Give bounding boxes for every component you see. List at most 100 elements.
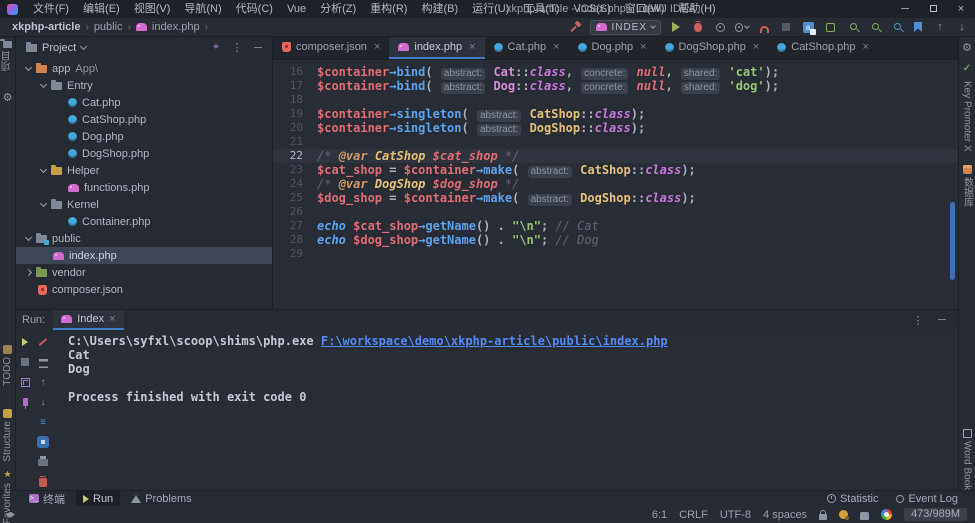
event-log-button[interactable]: Event Log: [889, 491, 965, 507]
console-file-link[interactable]: F:\workspace\demo\xkphp-article\public\i…: [321, 334, 668, 348]
close-icon[interactable]: ×: [640, 41, 646, 53]
pin-tab-icon[interactable]: [19, 396, 31, 408]
hide-icon[interactable]: ─: [250, 42, 266, 54]
chevron-down-icon[interactable]: [25, 64, 32, 71]
restore-layout-icon[interactable]: [19, 376, 31, 388]
replace-icon[interactable]: [867, 20, 881, 34]
breadcrumb-dir[interactable]: public: [94, 21, 123, 33]
tree-item-Container.php[interactable]: Container.php: [16, 213, 272, 230]
tree-item-functions.php[interactable]: functions.php: [16, 179, 272, 196]
profiler-icon[interactable]: [735, 20, 749, 34]
tab-index.php[interactable]: index.php×: [389, 37, 484, 59]
file-encoding[interactable]: UTF-8: [720, 509, 751, 521]
chrome-icon[interactable]: [881, 509, 892, 520]
indent-setting[interactable]: 4 spaces: [763, 509, 807, 521]
maximize-button[interactable]: [919, 0, 947, 18]
line-ending[interactable]: CRLF: [679, 509, 708, 521]
chevron-down-icon[interactable]: [25, 234, 32, 241]
editor-scrollbar[interactable]: [950, 202, 955, 280]
search-everywhere-icon[interactable]: [823, 20, 837, 34]
tool-stripe-structure[interactable]: Structure: [0, 409, 15, 462]
tree-item-Entry[interactable]: Entry: [16, 77, 272, 94]
close-button[interactable]: ×: [947, 0, 975, 18]
print-icon[interactable]: [37, 456, 49, 468]
statistic-button[interactable]: Statistic: [820, 491, 886, 507]
chevron-down-icon[interactable]: [40, 166, 47, 173]
notifications-icon[interactable]: [839, 510, 848, 519]
hide-panel-icon[interactable]: ─: [934, 314, 950, 326]
next-occurrence-icon[interactable]: ↓: [955, 20, 969, 34]
menu-item-Vue[interactable]: Vue: [280, 0, 313, 18]
tab-Cat.php[interactable]: Cat.php×: [485, 37, 569, 59]
problems-toolwindow-button[interactable]: Problems: [124, 491, 198, 507]
tab-Dog.php[interactable]: Dog.php×: [569, 37, 656, 59]
down-stack-trace-icon[interactable]: ↓: [37, 396, 49, 408]
tree-item-Kernel[interactable]: Kernel: [16, 196, 272, 213]
memory-indicator[interactable]: 473/989M: [904, 508, 967, 521]
code-line-26[interactable]: 26: [273, 205, 958, 219]
rerun-icon[interactable]: [19, 336, 31, 348]
tool-stripe-project[interactable]: 项目: [0, 41, 15, 71]
tree-item-app[interactable]: appApp\: [16, 60, 272, 77]
tree-item-composer.json[interactable]: composer.json: [16, 281, 272, 298]
tool-stripe-todo[interactable]: TODO: [0, 345, 15, 386]
run-icon[interactable]: [669, 20, 683, 34]
up-stack-trace-icon[interactable]: ↑: [37, 376, 49, 388]
breadcrumb-file[interactable]: index.php: [152, 21, 200, 33]
chevron-down-icon[interactable]: [40, 200, 47, 207]
caret-position[interactable]: 6:1: [652, 509, 667, 521]
code-line-24[interactable]: 24/* @var DogShop $dog_shop */: [273, 177, 958, 191]
menu-item-V[interactable]: 视图(V): [127, 0, 178, 18]
stop-icon[interactable]: [19, 356, 31, 368]
code-line-22[interactable]: 22/* @var CatShop $cat_shop */: [273, 149, 958, 163]
previous-occurrence-icon[interactable]: ↑: [933, 20, 947, 34]
code-line-20[interactable]: 20$container→singleton( abstract: DogSho…: [273, 121, 958, 135]
bookmark-icon[interactable]: [911, 20, 925, 34]
terminal-toolwindow-button[interactable]: >_终端: [22, 491, 72, 507]
code-line-16[interactable]: 16$container→bind( abstract: Cat::class,…: [273, 65, 958, 79]
tree-item-public[interactable]: public: [16, 230, 272, 247]
settings-gear-icon[interactable]: ⚙: [959, 43, 975, 54]
tab-composer.json[interactable]: composer.json×: [273, 37, 389, 59]
chevron-right-icon[interactable]: [25, 269, 32, 276]
close-icon[interactable]: ×: [109, 313, 115, 325]
clear-all-icon[interactable]: [37, 476, 49, 488]
code-line-25[interactable]: 25$dog_shop = $container→make( abstract:…: [273, 191, 958, 205]
project-panel-title[interactable]: Project: [42, 42, 76, 54]
tab-CatShop.php[interactable]: CatShop.php×: [768, 37, 878, 59]
soft-wrap-icon[interactable]: ≡: [37, 416, 49, 428]
close-icon[interactable]: ×: [862, 41, 868, 53]
run-console[interactable]: C:\Users\syfxl\scoop\shims\php.exe F:\wo…: [54, 330, 958, 490]
tool-stripe-key-promoter[interactable]: Key Promoter X: [959, 81, 975, 152]
menu-item-Z[interactable]: 分析(Z): [313, 0, 363, 18]
tree-item-CatShop.php[interactable]: CatShop.php: [16, 111, 272, 128]
debug-icon[interactable]: [691, 20, 705, 34]
translate-icon[interactable]: a: [801, 20, 815, 34]
close-icon[interactable]: ×: [374, 41, 380, 53]
tool-stripe-word-book[interactable]: Word Book: [959, 429, 975, 490]
code-line-27[interactable]: 27echo $cat_shop→getName() . "\n"; // Ca…: [273, 219, 958, 233]
menu-item-R[interactable]: 重构(R): [363, 0, 414, 18]
chevron-down-icon[interactable]: [40, 81, 47, 88]
sort-icon[interactable]: [37, 356, 49, 368]
code-line-23[interactable]: 23$cat_shop = $container→make( abstract:…: [273, 163, 958, 177]
menu-item-B[interactable]: 构建(B): [414, 0, 465, 18]
code-editor[interactable]: 16$container→bind( abstract: Cat::class,…: [273, 60, 958, 309]
tool-stripe-database[interactable]: 数据库: [959, 165, 975, 207]
readonly-lock-icon[interactable]: [819, 514, 827, 520]
edit-configuration-icon[interactable]: [37, 336, 49, 348]
close-icon[interactable]: ×: [469, 41, 475, 53]
scroll-to-end-icon[interactable]: [37, 436, 49, 448]
more-options-icon[interactable]: ⋮: [910, 314, 926, 327]
attach-debugger-icon[interactable]: [757, 20, 771, 34]
tree-item-index.php[interactable]: index.php: [16, 247, 272, 264]
tree-item-Helper[interactable]: Helper: [16, 162, 272, 179]
menu-item-F[interactable]: 文件(F): [26, 0, 76, 18]
more-options-icon[interactable]: ⋮: [229, 41, 245, 54]
build-hammer-icon[interactable]: [568, 20, 582, 34]
find-in-path-icon[interactable]: [889, 20, 903, 34]
run-configuration-selector[interactable]: INDEX: [590, 20, 661, 35]
ide-scripting-icon[interactable]: [860, 512, 869, 520]
code-line-19[interactable]: 19$container→singleton( abstract: CatSho…: [273, 107, 958, 121]
run-with-coverage-icon[interactable]: [713, 20, 727, 34]
